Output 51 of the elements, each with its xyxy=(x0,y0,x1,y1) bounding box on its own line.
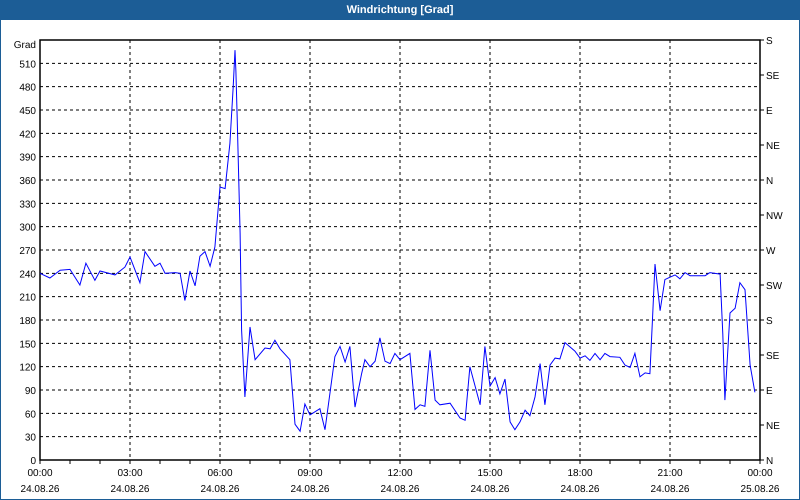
compass-label: E xyxy=(766,106,773,117)
x-axis-label: 15:00 xyxy=(477,468,503,479)
compass-label: N xyxy=(766,176,774,187)
x-axis-date-label: 24.08.26 xyxy=(290,484,330,495)
x-axis-label: 00:00 xyxy=(747,468,773,479)
y-axis-label: 60 xyxy=(24,409,36,420)
window-title: Windrichtung [Grad] xyxy=(346,4,454,16)
x-axis-date-label: 24.08.26 xyxy=(200,484,240,495)
x-axis-label: 00:00 xyxy=(27,468,53,479)
y-axis-label: 0 xyxy=(30,456,36,467)
x-axis-date-label: 24.08.26 xyxy=(560,484,600,495)
compass-label: SE xyxy=(766,71,780,82)
x-axis-date-label: 24.08.26 xyxy=(380,484,420,495)
compass-label: S xyxy=(766,36,773,47)
x-axis-label: 12:00 xyxy=(387,468,413,479)
compass-label: NW xyxy=(766,211,783,222)
y-axis-title: Grad xyxy=(14,40,36,51)
x-axis-label: 06:00 xyxy=(207,468,233,479)
compass-label: N xyxy=(766,456,774,467)
y-axis-label: 450 xyxy=(19,106,36,117)
x-axis-label: 18:00 xyxy=(567,468,593,479)
x-axis-label: 21:00 xyxy=(657,468,683,479)
x-axis-date-label: 24.08.26 xyxy=(470,484,510,495)
compass-label: W xyxy=(766,246,776,257)
y-axis-label: 330 xyxy=(19,199,36,210)
x-axis-date-label: 24.08.26 xyxy=(650,484,690,495)
y-axis-label: 510 xyxy=(19,59,36,70)
x-axis-label: 09:00 xyxy=(297,468,323,479)
compass-label: SW xyxy=(766,281,782,292)
compass-label: NE xyxy=(766,141,780,152)
y-axis-label: 120 xyxy=(19,362,36,374)
compass-label: SE xyxy=(766,351,780,362)
compass-label: S xyxy=(766,316,773,327)
y-axis-label: 360 xyxy=(19,176,36,187)
y-axis-label: 300 xyxy=(19,222,36,234)
y-axis-label: 30 xyxy=(24,432,36,444)
y-axis-label: 420 xyxy=(19,129,36,140)
y-axis-label: 210 xyxy=(19,292,36,304)
y-axis-label: 480 xyxy=(19,82,36,94)
x-axis-date-label: 24.08.26 xyxy=(20,484,60,495)
x-axis-date-label: 24.08.26 xyxy=(110,484,150,495)
y-axis-label: 390 xyxy=(19,152,36,164)
x-axis-date-label: 25.08.26 xyxy=(740,484,780,495)
x-axis-label: 03:00 xyxy=(117,468,143,479)
compass-label: E xyxy=(766,386,773,397)
y-axis-label: 150 xyxy=(19,339,36,350)
compass-label: NE xyxy=(766,421,780,432)
y-axis-label: 180 xyxy=(19,316,36,327)
y-axis-label: 90 xyxy=(24,386,36,397)
y-axis-label: 240 xyxy=(19,269,36,280)
y-axis-label: 270 xyxy=(19,246,36,257)
